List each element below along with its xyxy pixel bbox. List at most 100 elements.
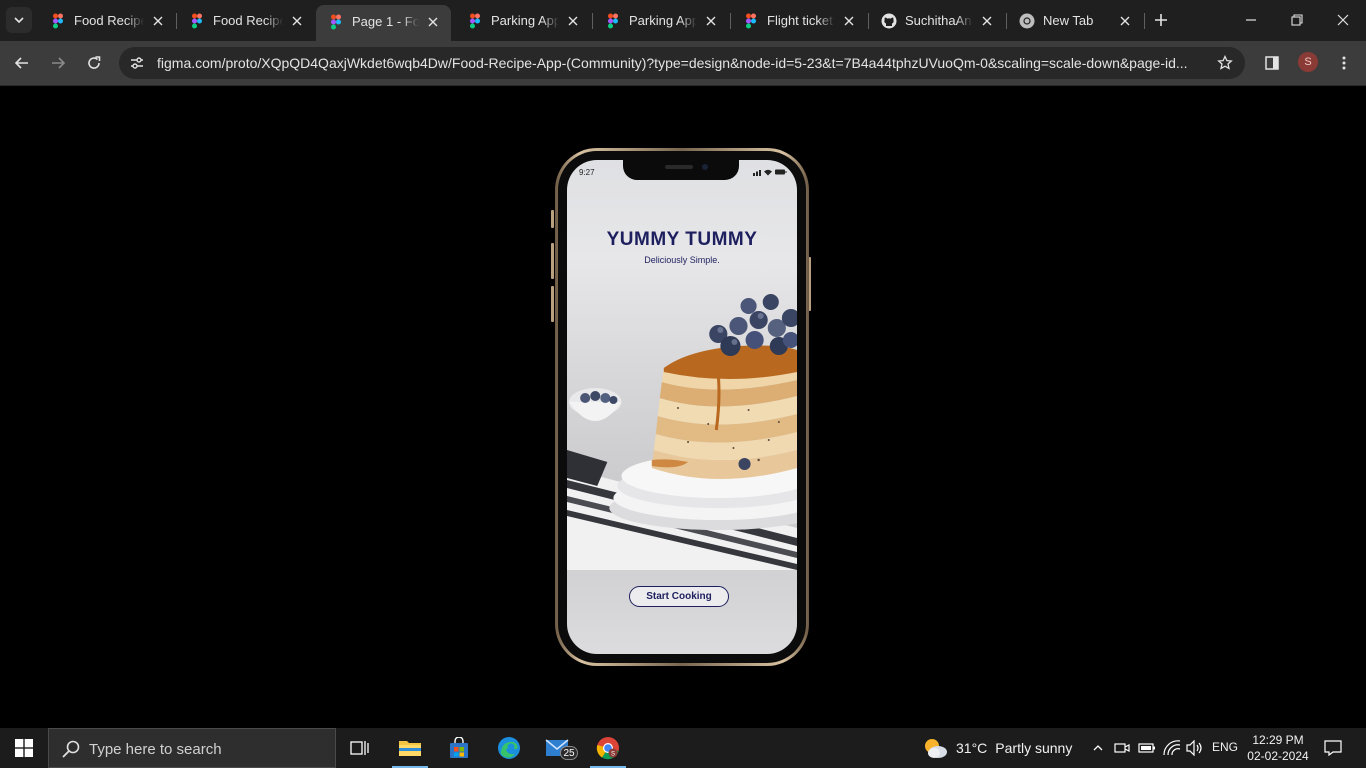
side-panel-icon <box>1265 56 1279 70</box>
tab-title: SuchithaAna <box>905 13 973 28</box>
task-view-button[interactable] <box>336 728 384 768</box>
app-title: YUMMY TUMMY <box>606 229 758 250</box>
minimize-button[interactable] <box>1228 0 1274 40</box>
figma-icon <box>192 13 202 28</box>
battery-icon <box>1138 743 1155 753</box>
start-cooking-button[interactable]: Start Cooking <box>629 586 729 607</box>
tab-page-1-active[interactable]: Page 1 - Foo <box>316 5 451 41</box>
edge-browser-button[interactable] <box>485 728 533 768</box>
close-tab-icon[interactable] <box>425 14 441 30</box>
phone-silent-switch <box>551 210 554 228</box>
figma-icon <box>53 13 63 28</box>
chrome-taskbar-button[interactable]: S <box>584 728 632 768</box>
phone-bezel: 9:27 YUMMY TUMMY Deliciously Simple. Sta… <box>558 151 806 663</box>
close-tab-icon[interactable] <box>979 13 995 29</box>
tab-title: Food Recipe <box>213 13 283 28</box>
volume-tray[interactable] <box>1185 738 1205 758</box>
minimize-icon <box>1246 19 1256 21</box>
close-tab-icon[interactable] <box>565 13 581 29</box>
profile-avatar[interactable]: S <box>1298 52 1318 72</box>
search-placeholder: Type here to search <box>89 741 222 758</box>
tune-icon <box>131 57 143 69</box>
reload-icon <box>88 56 101 69</box>
notification-icon <box>1324 740 1342 756</box>
edge-icon <box>498 737 520 759</box>
battery-tray[interactable] <box>1137 738 1157 758</box>
tab-food-recipe-1[interactable]: Food Recipe <box>38 6 176 35</box>
close-icon <box>1337 14 1349 26</box>
tab-search-button[interactable] <box>6 7 32 33</box>
windows-taskbar: Type here to search 25 S 31°C Partly sun… <box>0 728 1366 768</box>
phone-volume-down <box>551 286 554 322</box>
weather-widget[interactable]: 31°C Partly sunny <box>922 728 1072 768</box>
browser-toolbar: figma.com/proto/XQpQD4QaxjWkdet6wqb4Dw/F… <box>0 41 1366 86</box>
show-hidden-icons-button[interactable] <box>1088 738 1108 758</box>
close-window-button[interactable] <box>1320 0 1366 40</box>
mail-unread-badge: 25 <box>560 746 578 760</box>
input-language[interactable]: ENG <box>1212 740 1238 754</box>
meet-now-tray[interactable] <box>1112 738 1132 758</box>
close-tab-icon[interactable] <box>1117 13 1133 29</box>
tab-title: Parking App <box>629 13 697 28</box>
back-button[interactable] <box>8 49 36 77</box>
network-tray[interactable] <box>1162 738 1182 758</box>
taskbar-search-input[interactable]: Type here to search <box>48 728 336 768</box>
tab-title: Parking App <box>491 13 559 28</box>
store-icon <box>450 737 468 758</box>
mail-button[interactable]: 25 <box>534 728 582 768</box>
taskbar-clock[interactable]: 12:29 PM 02-02-2024 <box>1244 732 1312 764</box>
phone-notch <box>623 160 739 180</box>
tab-title: New Tab <box>1043 13 1094 28</box>
tab-strip: Food Recipe Food Recipe Page 1 - Foo Par… <box>0 0 1366 41</box>
restore-icon <box>1291 14 1303 26</box>
forward-button[interactable] <box>44 49 72 77</box>
app-tagline: Deliciously Simple. <box>644 255 720 265</box>
phone-screen: 9:27 YUMMY TUMMY Deliciously Simple. Sta… <box>567 160 797 654</box>
status-bar-icons <box>753 169 787 176</box>
side-panel-button[interactable] <box>1258 49 1286 77</box>
figma-icon <box>746 13 756 28</box>
figma-icon <box>470 13 480 28</box>
notification-center-button[interactable] <box>1320 736 1346 760</box>
tab-parking-app-2[interactable]: Parking App <box>593 6 729 35</box>
search-icon <box>62 740 80 758</box>
close-tab-icon[interactable] <box>841 13 857 29</box>
tab-title: Page 1 - Foo <box>352 14 419 29</box>
reload-button[interactable] <box>80 49 108 77</box>
close-tab-icon[interactable] <box>703 13 719 29</box>
address-bar[interactable]: figma.com/proto/XQpQD4QaxjWkdet6wqb4Dw/F… <box>119 47 1245 79</box>
new-tab-button[interactable] <box>1150 9 1172 31</box>
star-icon <box>1217 55 1233 70</box>
figma-prototype-viewport: 9:27 YUMMY TUMMY Deliciously Simple. Sta… <box>0 87 1366 728</box>
weather-description: Partly sunny <box>995 740 1073 756</box>
clock-date: 02-02-2024 <box>1247 749 1309 763</box>
file-explorer-button[interactable] <box>386 728 434 768</box>
site-info-button[interactable] <box>125 51 149 75</box>
menu-button[interactable] <box>1330 49 1358 77</box>
figma-icon <box>331 14 341 29</box>
weather-temperature: 31°C <box>956 740 988 756</box>
tab-github[interactable]: SuchithaAna <box>869 6 1005 35</box>
tab-food-recipe-2[interactable]: Food Recipe <box>177 6 315 35</box>
restore-button[interactable] <box>1274 0 1320 40</box>
tab-new-tab[interactable]: New Tab <box>1007 6 1143 35</box>
arrow-right-icon <box>52 57 66 69</box>
tab-separator <box>1144 13 1145 29</box>
url-text[interactable]: figma.com/proto/XQpQD4QaxjWkdet6wqb4Dw/F… <box>157 55 1207 71</box>
tab-title: Flight ticket <box>767 13 833 28</box>
speaker-icon <box>1186 740 1202 756</box>
github-icon <box>881 13 897 28</box>
close-tab-icon[interactable] <box>150 13 166 29</box>
svg-text:S: S <box>611 752 615 758</box>
status-bar-time: 9:27 <box>579 168 595 177</box>
close-tab-icon[interactable] <box>289 13 305 29</box>
tab-flight-ticket[interactable]: Flight ticket <box>731 6 867 35</box>
windows-logo-icon <box>15 739 33 757</box>
phone-volume-up <box>551 243 554 279</box>
tab-parking-app-1[interactable]: Parking App <box>455 6 591 35</box>
camera-icon <box>1114 743 1130 753</box>
task-view-icon <box>350 741 369 755</box>
start-button[interactable] <box>0 728 48 768</box>
microsoft-store-button[interactable] <box>435 728 483 768</box>
bookmark-star-button[interactable] <box>1215 53 1235 73</box>
